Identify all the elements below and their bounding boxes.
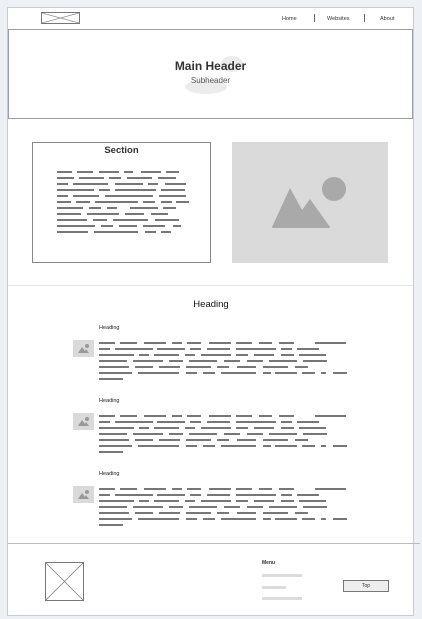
- item-heading: Heading: [99, 325, 120, 331]
- logo-placeholder[interactable]: [41, 12, 80, 24]
- image-placeholder: [232, 142, 388, 263]
- image-icon: [272, 177, 346, 228]
- item-text-lines: [99, 342, 347, 380]
- item-thumbnail: [73, 486, 94, 503]
- hero-banner: Main Header Subheader: [8, 29, 413, 119]
- item-heading: Heading: [99, 471, 120, 477]
- item-heading: Heading: [99, 398, 120, 404]
- image-icon: [78, 490, 89, 499]
- section-divider: [8, 285, 413, 286]
- section-card: Section: [32, 142, 211, 263]
- content-heading: Heading: [193, 299, 229, 310]
- footer-menu-link[interactable]: [262, 574, 302, 577]
- nav-about[interactable]: About: [380, 16, 394, 22]
- item-text-lines: [99, 415, 347, 453]
- placeholder-image-icon: [46, 563, 83, 600]
- subheader: Subheader: [190, 76, 231, 85]
- item-thumbnail: [73, 413, 94, 430]
- placeholder-image-icon: [42, 13, 79, 23]
- back-to-top-button[interactable]: Top: [343, 580, 389, 592]
- nav-home[interactable]: Home: [282, 16, 297, 22]
- nav-separator: [314, 14, 315, 22]
- main-header: Main Header: [174, 59, 247, 73]
- footer-menu-link[interactable]: [262, 586, 286, 589]
- image-icon: [78, 344, 89, 353]
- item-thumbnail: [73, 340, 94, 357]
- footer-menu-link[interactable]: [262, 597, 302, 600]
- item-text-lines: [99, 488, 347, 526]
- nav-websites[interactable]: Websites: [327, 16, 350, 22]
- section-text-lines: [57, 171, 189, 233]
- footer-logo-placeholder: [45, 562, 84, 601]
- footer-menu-title: Menu: [262, 560, 276, 566]
- image-icon: [78, 417, 89, 426]
- nav-separator: [364, 14, 365, 22]
- footer-divider: [8, 543, 420, 544]
